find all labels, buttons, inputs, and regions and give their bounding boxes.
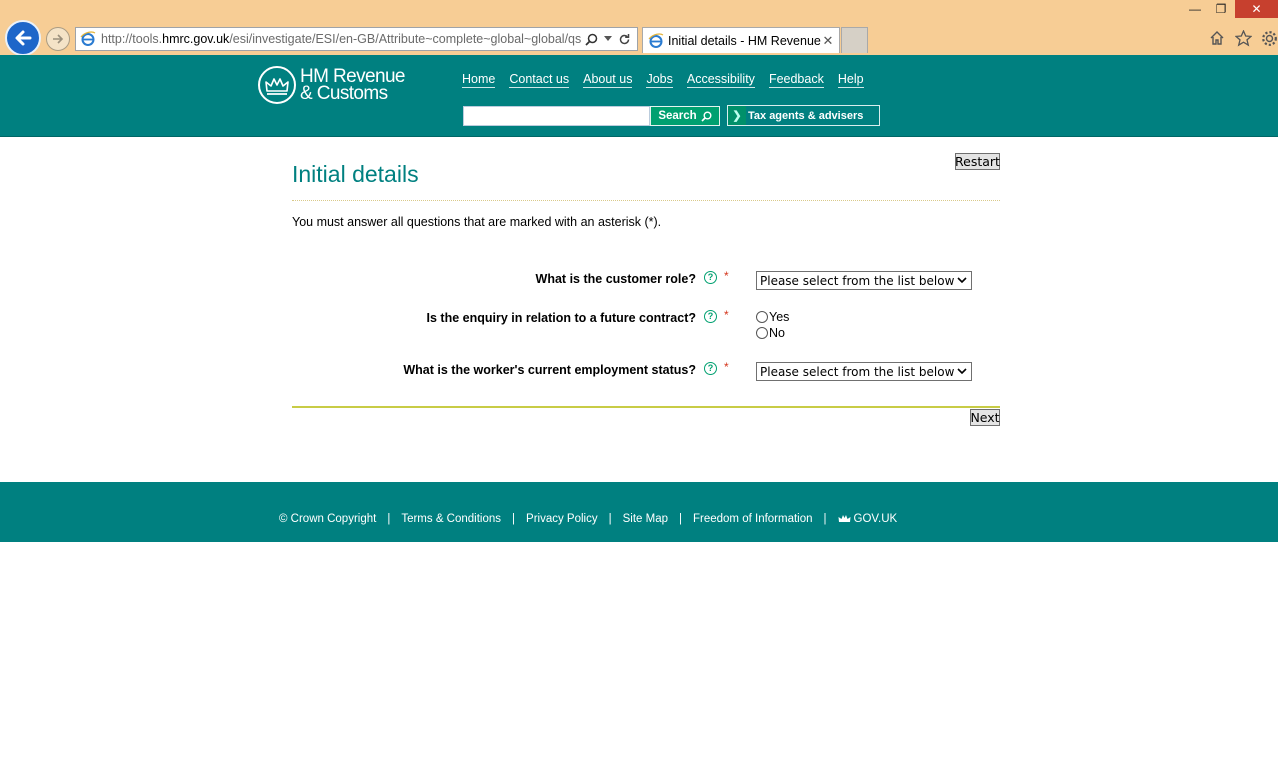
ie-page-icon <box>80 31 96 46</box>
nav-contact-us[interactable]: Contact us <box>509 72 570 88</box>
nav-help[interactable]: Help <box>837 72 864 88</box>
footer-separator: | <box>679 513 682 525</box>
govuk-label: GOV.UK <box>853 513 898 525</box>
footer-separator: | <box>823 513 827 525</box>
refresh-icon[interactable] <box>618 33 631 46</box>
tab-initial-details[interactable]: Initial details - HM Revenue... ✕ <box>642 27 840 53</box>
search-button-label: Search <box>658 110 697 122</box>
search-icon[interactable] <box>585 33 598 46</box>
url-text: http://tools.hmrc.gov.uk/esi/investigate… <box>101 32 581 46</box>
footer-separator: | <box>512 513 516 525</box>
logo-line2: & Customs <box>300 83 388 104</box>
back-button[interactable] <box>5 20 41 56</box>
restart-button[interactable]: Restart <box>955 153 1000 170</box>
required-asterisk: * <box>724 269 729 283</box>
footer-links: © Crown Copyright | Terms & Conditions |… <box>279 513 897 525</box>
crown-icon <box>258 66 296 104</box>
radio-no[interactable] <box>756 327 768 339</box>
question-future-contract-label: Is the enquiry in relation to a future c… <box>426 311 696 325</box>
nav-feedback[interactable]: Feedback <box>768 72 824 88</box>
restore-button[interactable]: ❐ <box>1208 0 1234 18</box>
footer-privacy-policy[interactable]: Privacy Policy <box>526 513 598 525</box>
title-divider <box>292 200 1000 201</box>
chevron-down-icon <box>957 368 967 375</box>
ie-page-icon <box>648 32 664 48</box>
minimize-button[interactable]: — <box>1182 0 1208 18</box>
page-title: Initial details <box>292 161 419 187</box>
main-nav: Home Contact us About us Jobs Accessibil… <box>462 72 864 88</box>
tax-agents-button[interactable]: ❯ Tax agents & advisers <box>727 105 880 126</box>
crown-icon <box>838 515 851 522</box>
nav-jobs[interactable]: Jobs <box>646 72 673 88</box>
footer-site-map[interactable]: Site Map <box>623 513 668 525</box>
forward-button[interactable] <box>46 27 70 51</box>
address-bar[interactable]: http://tools.hmrc.gov.uk/esi/investigate… <box>75 27 638 51</box>
search-button[interactable]: Search <box>650 106 720 126</box>
settings-gear-icon[interactable] <box>1260 29 1278 47</box>
future-contract-yes[interactable]: Yes <box>756 310 789 324</box>
footer-crown-copyright[interactable]: © Crown Copyright <box>279 513 376 525</box>
employment-status-value: Please select from the list below <box>760 364 955 379</box>
dropdown-icon[interactable] <box>604 36 612 42</box>
forward-arrow-icon <box>53 34 64 44</box>
chevron-down-icon <box>957 277 967 284</box>
question-customer-role-label: What is the customer role? <box>535 272 696 286</box>
radio-yes[interactable] <box>756 311 768 323</box>
nav-accessibility[interactable]: Accessibility <box>686 72 755 88</box>
required-asterisk: * <box>724 360 729 374</box>
footer-separator: | <box>608 513 612 525</box>
chevron-right-icon: ❯ <box>728 106 746 125</box>
site-footer: © Crown Copyright | Terms & Conditions |… <box>0 482 1278 542</box>
help-icon[interactable]: ? <box>704 271 717 284</box>
radio-yes-label: Yes <box>769 310 790 324</box>
next-button[interactable]: Next <box>970 409 1000 426</box>
favorites-star-icon[interactable] <box>1234 29 1252 47</box>
footer-terms-conditions[interactable]: Terms & Conditions <box>401 513 501 525</box>
tax-agents-label: Tax agents & advisers <box>748 109 864 122</box>
logo-text: HM Revenue & Customs <box>300 67 405 104</box>
back-arrow-icon <box>15 30 32 46</box>
browser-chrome: — ❐ ✕ http://tools.hmrc.gov.uk/esi/inves… <box>0 0 1278 56</box>
close-window-button[interactable]: ✕ <box>1235 0 1278 18</box>
footer-freedom-of-information[interactable]: Freedom of Information <box>693 513 813 525</box>
help-icon[interactable]: ? <box>704 362 717 375</box>
question-employment-status-label: What is the worker's current employment … <box>403 363 696 377</box>
close-tab-icon[interactable]: ✕ <box>821 33 835 49</box>
site-header: HM Revenue & Customs Home Contact us Abo… <box>0 55 1278 137</box>
customer-role-select[interactable]: Please select from the list below <box>756 271 972 290</box>
footer-govuk-link[interactable]: GOV.UK <box>838 513 898 525</box>
employment-status-select[interactable]: Please select from the list below <box>756 362 972 381</box>
new-tab-button[interactable] <box>841 27 868 53</box>
help-icon[interactable]: ? <box>704 310 717 323</box>
future-contract-no[interactable]: No <box>756 326 785 340</box>
radio-no-label: No <box>769 326 785 340</box>
nav-about-us[interactable]: About us <box>583 72 633 88</box>
home-icon[interactable] <box>1208 29 1226 47</box>
hmrc-logo[interactable]: HM Revenue & Customs <box>258 66 405 104</box>
required-asterisk: * <box>724 308 729 322</box>
customer-role-value: Please select from the list below <box>760 273 955 288</box>
intro-text: You must answer all questions that are m… <box>292 215 662 229</box>
tab-title: Initial details - HM Revenue... <box>668 33 821 48</box>
site-search-input[interactable] <box>463 106 650 126</box>
form-divider <box>292 406 1000 408</box>
search-icon <box>701 111 712 122</box>
nav-home[interactable]: Home <box>462 72 496 88</box>
footer-separator: | <box>387 513 391 525</box>
